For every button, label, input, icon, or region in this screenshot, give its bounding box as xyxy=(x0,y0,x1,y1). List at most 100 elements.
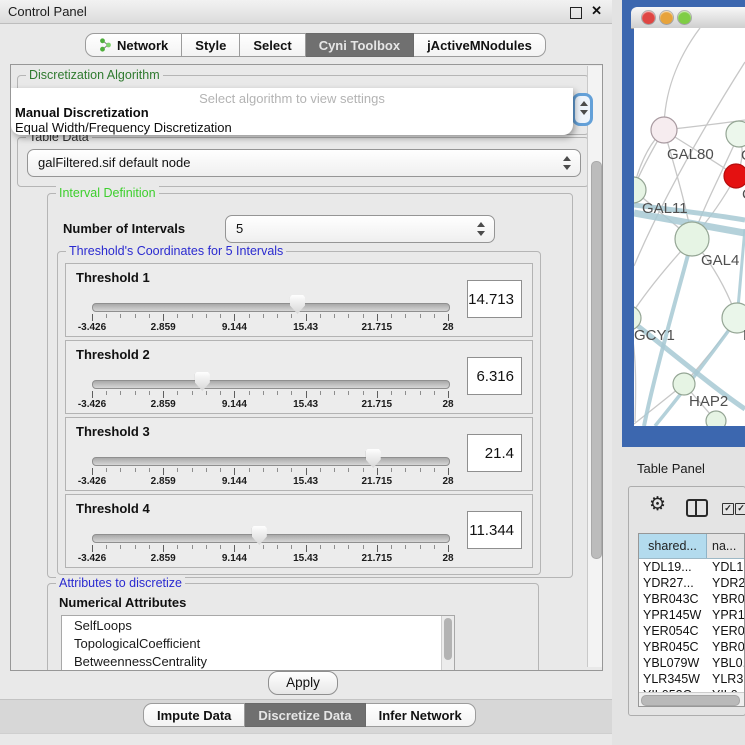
apply-button[interactable]: Apply xyxy=(268,671,338,695)
tab-style[interactable]: Style xyxy=(182,33,240,57)
tab-label: Cyni Toolbox xyxy=(319,38,400,53)
table-data-combobox[interactable]: galFiltered.sif default node xyxy=(27,149,581,177)
panel-scrollbar-thumb[interactable] xyxy=(591,161,602,559)
threshold-value-field[interactable]: 11.344 xyxy=(467,511,522,549)
tick-mark xyxy=(220,314,221,318)
popup-item-manual-discretization[interactable]: Manual Discretization xyxy=(15,105,149,120)
tab-infer-network[interactable]: Infer Network xyxy=(366,703,476,727)
threshold-value-field[interactable]: 14.713 xyxy=(467,280,522,318)
close-traffic-light-icon[interactable] xyxy=(642,11,655,24)
tick-mark xyxy=(234,545,235,552)
attributes-scrollbar[interactable] xyxy=(441,616,454,671)
threshold-label: Threshold 1 xyxy=(76,270,150,285)
algorithm-combobox[interactable] xyxy=(572,93,593,126)
network-node[interactable] xyxy=(651,117,677,143)
checkbox-icon[interactable]: ✓ xyxy=(735,503,745,515)
network-edge[interactable] xyxy=(664,28,700,130)
tab-select[interactable]: Select xyxy=(240,33,305,57)
tick-mark xyxy=(448,314,449,321)
checkbox-icon[interactable]: ✓ xyxy=(722,503,734,515)
tick-mark xyxy=(277,545,278,549)
panel-scrollbar[interactable] xyxy=(587,66,602,667)
table-row[interactable]: YDL19...YDL1... xyxy=(639,559,744,575)
gear-icon[interactable]: ⚙ xyxy=(649,493,666,515)
attribute-item-selfloops[interactable]: SelfLoops xyxy=(62,616,454,634)
zoom-traffic-light-icon[interactable] xyxy=(678,11,691,24)
tick-label: 28 xyxy=(442,322,453,333)
column-header-2[interactable]: na... xyxy=(707,534,744,558)
table-row[interactable]: YER054CYER0... xyxy=(639,623,744,639)
slider-track[interactable] xyxy=(92,380,450,389)
tick-label: 9.144 xyxy=(222,476,247,487)
tick-mark xyxy=(234,314,235,321)
tick-label: 28 xyxy=(442,399,453,410)
tick-mark xyxy=(320,314,321,318)
tick-mark xyxy=(391,314,392,318)
table-row[interactable]: YPR145WYPR1... xyxy=(639,607,744,623)
tick-mark xyxy=(149,468,150,472)
tick-mark xyxy=(192,314,193,318)
threshold-value-field[interactable]: 21.4 xyxy=(467,434,522,472)
tick-mark xyxy=(348,391,349,395)
tick-label: 21.715 xyxy=(362,476,393,487)
float-window-icon[interactable] xyxy=(570,7,582,19)
table-scrollbar-thumb[interactable] xyxy=(641,695,740,706)
table-row[interactable]: YLR345WYLR3... xyxy=(639,671,744,687)
tick-mark xyxy=(306,545,307,552)
tab-impute-data[interactable]: Impute Data xyxy=(143,703,245,727)
tick-mark xyxy=(334,545,335,549)
tab-jactivemnodules[interactable]: jActiveMNodules xyxy=(414,33,546,57)
network-node[interactable] xyxy=(722,303,745,333)
tick-mark xyxy=(348,545,349,549)
tab-cyni-toolbox[interactable]: Cyni Toolbox xyxy=(306,33,414,57)
network-node[interactable] xyxy=(673,373,695,395)
network-node[interactable] xyxy=(726,121,745,147)
tick-mark xyxy=(149,545,150,549)
tick-mark xyxy=(92,391,93,398)
close-icon[interactable]: ✕ xyxy=(591,3,602,19)
tick-mark xyxy=(291,391,292,395)
column-header-1[interactable]: shared... xyxy=(639,534,707,558)
numerical-attributes-list[interactable]: SelfLoopsTopologicalCoefficientBetweenne… xyxy=(61,615,455,671)
table-row[interactable]: YBR043CYBR0... xyxy=(639,591,744,607)
tick-label: 15.43 xyxy=(293,322,318,333)
tick-mark xyxy=(163,468,164,475)
attribute-item-topologicalcoefficient[interactable]: TopologicalCoefficient xyxy=(62,634,454,652)
table-row[interactable]: YDR27...YDR2... xyxy=(639,575,744,591)
table-row[interactable]: YBL079WYBL0... xyxy=(639,655,744,671)
network-view-canvas[interactable]: GAL80GCGAL11GAL4GCY1HHAP2 xyxy=(634,28,745,426)
node-attribute-table[interactable]: shared...na... YDL19...YDL1...YDR27...YD… xyxy=(638,533,745,707)
num-intervals-combobox[interactable]: 5 xyxy=(225,215,495,243)
node-label-hap2: HAP2 xyxy=(689,393,728,410)
popup-item-equal-width-frequency-discretization[interactable]: Equal Width/Frequency Discretization xyxy=(15,120,232,135)
tab-discretize-data[interactable]: Discretize Data xyxy=(245,703,365,727)
table-row[interactable]: YBR045CYBR0... xyxy=(639,639,744,655)
tick-mark xyxy=(206,545,207,549)
threshold-value-field[interactable]: 6.316 xyxy=(467,357,522,395)
table-horizontal-scrollbar[interactable] xyxy=(639,692,744,706)
tick-label: 28 xyxy=(442,553,453,564)
tick-mark xyxy=(363,468,364,472)
tab-network[interactable]: Network xyxy=(85,33,182,57)
slider-track[interactable] xyxy=(92,303,450,312)
split-view-icon[interactable] xyxy=(686,499,708,517)
top-tab-bar: NetworkStyleSelect Cyni Toolbox jActiveMNo… xyxy=(85,33,546,57)
tick-mark xyxy=(249,314,250,318)
minimize-traffic-light-icon[interactable] xyxy=(660,11,673,24)
attribute-item-betweennesscentrality[interactable]: BetweennessCentrality xyxy=(62,652,454,670)
table-cell: YPR1... xyxy=(706,607,744,623)
slider-track[interactable] xyxy=(92,457,450,466)
tick-label: 2.859 xyxy=(151,399,176,410)
tick-mark xyxy=(391,468,392,472)
tick-mark xyxy=(291,545,292,549)
tick-mark xyxy=(92,314,93,321)
tick-mark xyxy=(106,545,107,549)
threshold-box-2: Threshold 2-3.4262.8599.14415.4321.71528… xyxy=(65,340,533,414)
slider-track[interactable] xyxy=(92,534,450,543)
table-panel: ⚙ ✓ ✓ shared...na... YDL19...YDL1...YDR2… xyxy=(628,486,745,716)
network-node[interactable] xyxy=(675,222,709,256)
node-label-gal11: GAL11 xyxy=(642,200,688,217)
network-node[interactable] xyxy=(724,164,745,188)
tick-mark xyxy=(363,391,364,395)
network-node[interactable] xyxy=(706,411,726,426)
